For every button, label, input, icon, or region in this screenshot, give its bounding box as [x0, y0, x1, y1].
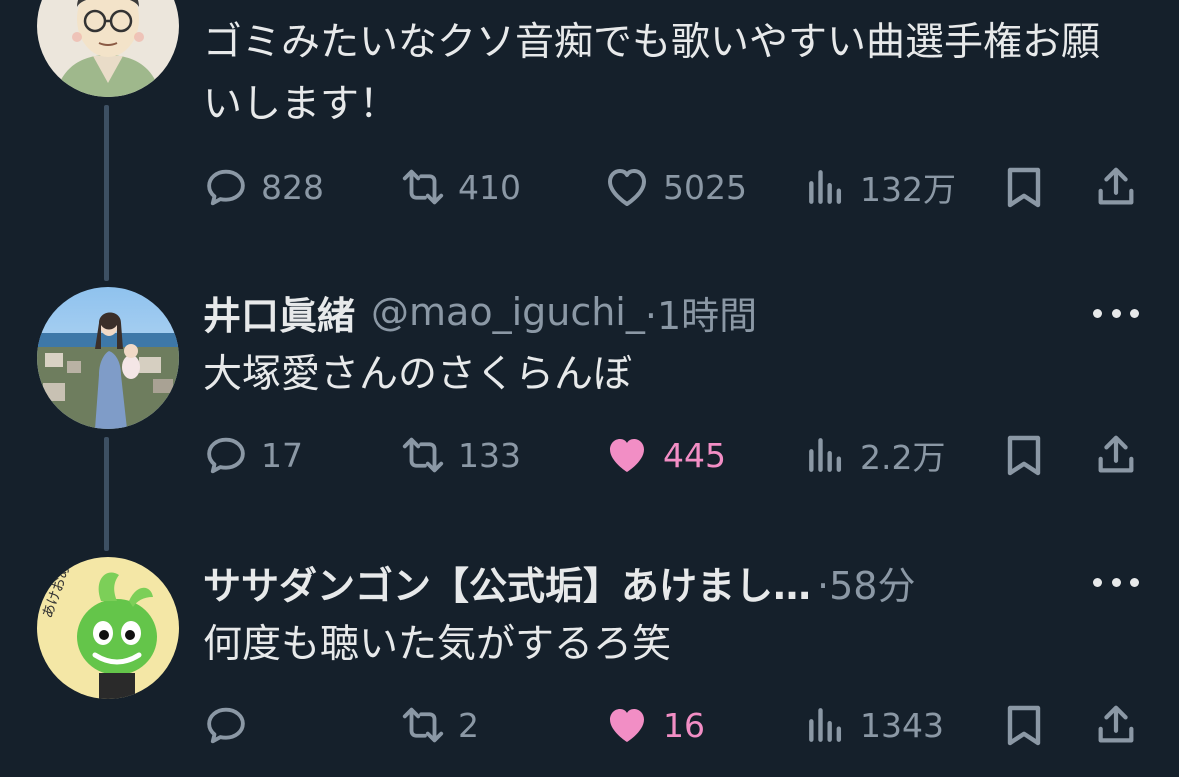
- retweet-icon: [400, 702, 446, 748]
- heart-icon: [603, 163, 651, 211]
- reply-button[interactable]: [203, 698, 261, 752]
- like-count: 5025: [663, 167, 747, 207]
- bookmark-button[interactable]: [1000, 428, 1048, 482]
- bookmark-icon: [1000, 431, 1048, 479]
- retweet-button[interactable]: 133: [400, 428, 521, 482]
- tweet-2-text: 大塚愛さんのさくらんぼ: [203, 352, 633, 397]
- tweet-1-avatar[interactable]: [37, 0, 179, 97]
- more-button[interactable]: [1093, 572, 1139, 592]
- analytics-icon: [804, 165, 848, 209]
- user-name[interactable]: ササダンゴン【公式垢】あけまし…: [203, 555, 811, 610]
- retweet-count: 2: [458, 705, 479, 745]
- like-button[interactable]: 445: [603, 428, 726, 482]
- heart-filled-icon: [603, 431, 651, 479]
- views-count: 2.2万: [860, 438, 946, 477]
- more-button[interactable]: [1093, 303, 1139, 323]
- heart-filled-icon: [603, 701, 651, 749]
- bookmark-icon: [1000, 163, 1048, 211]
- cartoon-man-avatar: [37, 0, 179, 97]
- reply-button[interactable]: 17: [203, 428, 303, 482]
- retweet-icon: [400, 432, 446, 478]
- more-icon: [1093, 577, 1102, 587]
- analytics-icon: [804, 433, 848, 477]
- more-icon: [1093, 308, 1102, 318]
- like-button[interactable]: 5025: [603, 160, 747, 214]
- tweet-2-actions: 17 133 445 2.2万: [0, 428, 1179, 482]
- retweet-icon: [400, 164, 446, 210]
- views-button[interactable]: 1343: [804, 698, 944, 752]
- retweet-button[interactable]: 410: [400, 160, 521, 214]
- share-icon: [1093, 702, 1139, 748]
- share-icon: [1093, 164, 1139, 210]
- analytics-icon: [804, 703, 848, 747]
- bookmark-icon: [1000, 701, 1048, 749]
- retweet-button[interactable]: 2: [400, 698, 479, 752]
- share-button[interactable]: [1093, 160, 1139, 214]
- tweet-2-avatar[interactable]: [37, 287, 179, 429]
- share-button[interactable]: [1093, 698, 1139, 752]
- photo-avatar: [37, 287, 179, 429]
- reply-icon: [203, 432, 249, 478]
- retweet-count: 133: [458, 435, 521, 475]
- reply-icon: [203, 702, 249, 748]
- tweet-1-actions: 828 410 5025 132万: [0, 160, 1179, 214]
- bookmark-button[interactable]: [1000, 698, 1048, 752]
- like-count: 445: [663, 435, 726, 475]
- reply-icon: [203, 164, 249, 210]
- reply-count: 828: [261, 167, 324, 207]
- tweet-3-text: 何度も聴いた気がするろ笑: [203, 622, 672, 667]
- views-count: 1343: [860, 705, 944, 745]
- like-count: 16: [663, 705, 705, 745]
- user-handle[interactable]: @mao_iguchi_: [371, 290, 645, 334]
- mascot-avatar: あけおめ: [37, 557, 179, 699]
- tweet-3-actions: 2 16 1343: [0, 698, 1179, 752]
- retweet-count: 410: [458, 167, 521, 207]
- share-button[interactable]: [1093, 428, 1139, 482]
- tweet-1-text: ゴミみたいなクソ音痴でも歌いやすい曲選手権お願いします！: [203, 20, 1101, 127]
- user-name[interactable]: 井口眞緒: [203, 285, 355, 340]
- reply-count: 17: [261, 435, 303, 475]
- tweet-2-header: 井口眞緒 @mao_iguchi_ ·1時間: [203, 285, 757, 340]
- tweet-time[interactable]: ·1時間: [645, 285, 757, 340]
- reply-thread: ゴミみたいなクソ音痴でも歌いやすい曲選手権お願いします！ 828 410 502…: [0, 0, 1179, 777]
- views-count: 132万: [860, 170, 956, 209]
- share-icon: [1093, 432, 1139, 478]
- views-button[interactable]: 2.2万: [804, 428, 945, 482]
- tweet-3-avatar[interactable]: あけおめ: [37, 557, 179, 699]
- like-button[interactable]: 16: [603, 698, 705, 752]
- tweet-3-header: ササダンゴン【公式垢】あけまし… ·58分: [203, 555, 915, 610]
- bookmark-button[interactable]: [1000, 160, 1048, 214]
- tweet-time[interactable]: ·58分: [817, 555, 915, 610]
- reply-button[interactable]: 828: [203, 160, 324, 214]
- views-button[interactable]: 132万: [804, 160, 956, 214]
